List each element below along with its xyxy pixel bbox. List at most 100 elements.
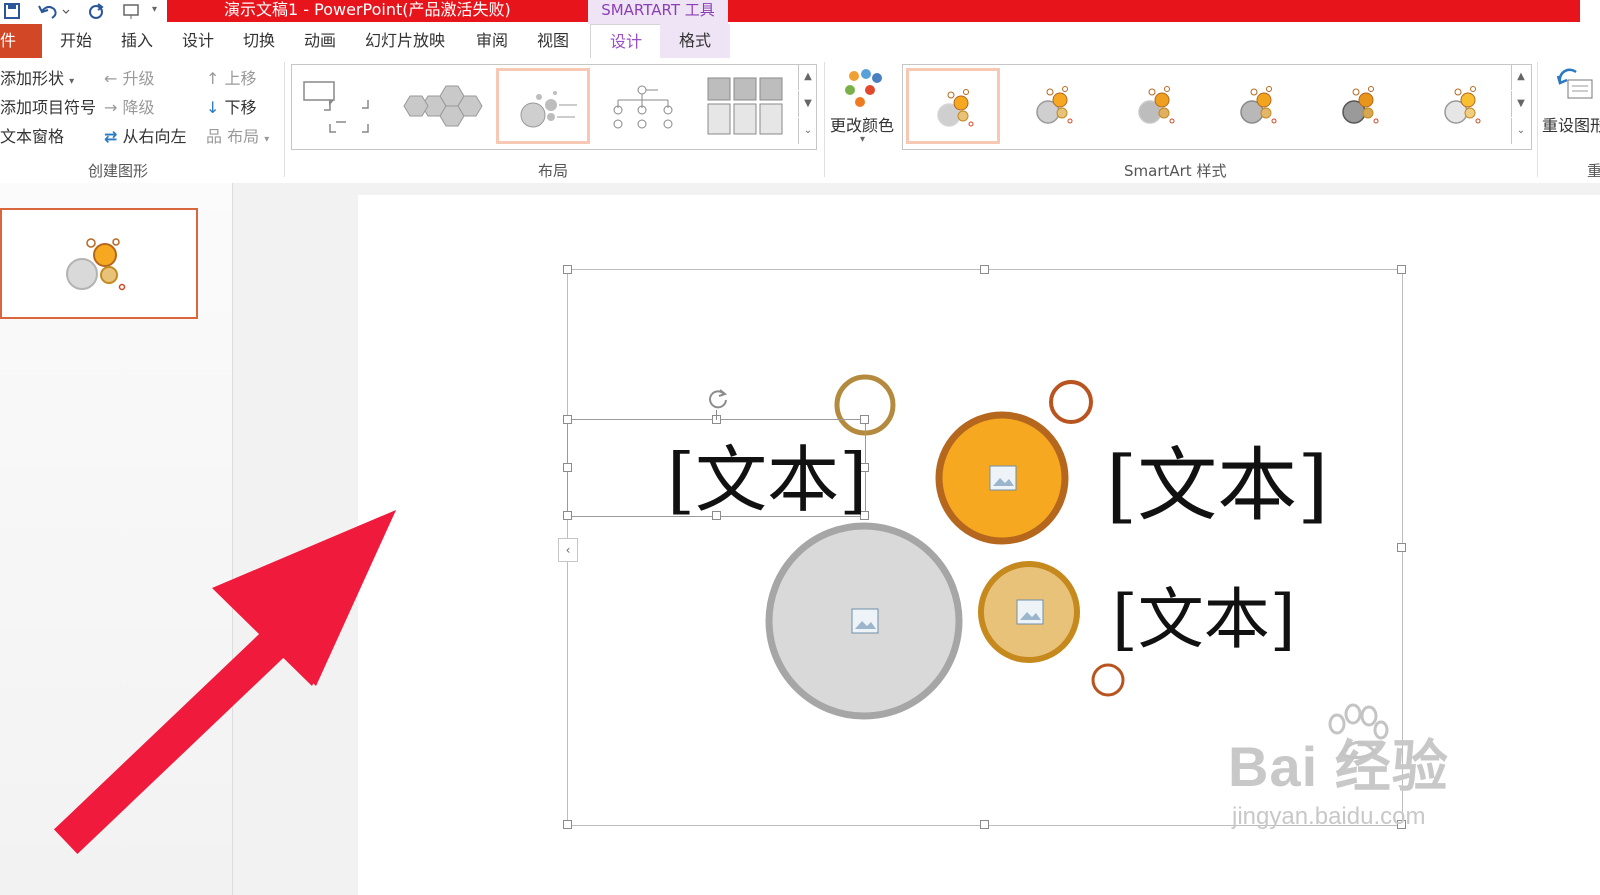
layout-group-label: 布局 [538, 162, 569, 180]
styles-gallery-scroll-down[interactable]: ▼ [1511, 91, 1530, 117]
layout-gallery-scroll-down[interactable]: ▼ [798, 91, 817, 117]
smartart-graphic [765, 374, 1125, 720]
reset-graphic-label: 重设图形 [1542, 116, 1600, 135]
demote-label: 降级 [122, 98, 155, 117]
smartart-tools-header: SMARTART 工具 [588, 0, 728, 24]
tab-slideshow[interactable]: 幻灯片放映 [365, 24, 445, 58]
promote-button[interactable]: ← 升级 [104, 65, 155, 89]
watermark-sub: jingyan.baidu.com [1232, 803, 1426, 830]
frame-resize-handle[interactable] [1397, 542, 1406, 552]
add-shape-label: 添加形状 [0, 69, 65, 88]
layout-gallery-more[interactable]: ⌄ [798, 118, 817, 144]
layout-option-4[interactable] [596, 68, 690, 144]
group-separator [1537, 62, 1538, 177]
tab-design[interactable]: 设计 [182, 24, 214, 58]
window-title: 演示文稿1 - PowerPoint(产品激活失败) [224, 0, 511, 19]
smartart-style-option-6[interactable] [1416, 68, 1510, 144]
tab-animations[interactable]: 动画 [304, 24, 336, 58]
layout-label: 布局 [227, 127, 260, 146]
text-box-resize-handle[interactable] [563, 415, 572, 424]
text-placeholder-2[interactable]: [文本] [1106, 421, 1328, 537]
tab-insert[interactable]: 插入 [121, 24, 153, 58]
arrow-up-icon: ↑ [206, 69, 220, 88]
frame-resize-handle[interactable] [563, 820, 572, 829]
layout-gallery-scroll-up[interactable]: ▲ [798, 64, 817, 90]
layout-button[interactable]: 品 布局 ▾ [206, 123, 269, 147]
smartart-style-option-1-selected[interactable] [906, 68, 1000, 144]
change-colors-label: 更改颜色 [830, 116, 895, 135]
right-to-left-button[interactable]: ⇄ 从右向左 [104, 123, 187, 147]
styles-gallery-scroll-up[interactable]: ▲ [1511, 64, 1530, 90]
tab-view[interactable]: 视图 [537, 24, 569, 58]
small-ring-rust[interactable] [1049, 380, 1093, 424]
arrow-down-icon: ↓ [206, 98, 220, 117]
move-up-label: 上移 [224, 69, 257, 88]
thumbnail-preview [66, 238, 126, 291]
smartart-style-option-4[interactable] [1212, 68, 1306, 144]
move-up-button[interactable]: ↑ 上移 [206, 65, 257, 89]
tiny-ring-rust[interactable] [1091, 663, 1125, 697]
add-shape-button[interactable]: 添加形状 ▾ [0, 65, 74, 89]
tab-smartart-format[interactable]: 格式 [660, 24, 730, 58]
swap-arrows-icon: ⇄ [104, 127, 118, 146]
paw-logo-icon [1328, 703, 1389, 759]
dropdown-arrow-icon: ▾ [264, 134, 270, 145]
red-arrow-annotation [53, 510, 396, 855]
move-down-label: 下移 [224, 98, 257, 117]
text-box-resize-handle[interactable] [563, 511, 572, 520]
change-colors-button[interactable]: 更改颜色 ▾ [830, 64, 900, 150]
layout-option-3-selected[interactable] [496, 68, 590, 144]
smartart-style-option-2[interactable] [1008, 68, 1102, 144]
demote-button[interactable]: → 降级 [104, 94, 155, 118]
redo-icon[interactable] [86, 2, 106, 20]
right-to-left-label: 从右向左 [122, 127, 187, 146]
save-icon[interactable] [2, 2, 22, 20]
color-palette-icon [845, 69, 882, 107]
reset-group-label: 重 [1587, 162, 1600, 180]
slide-thumbnail-1[interactable] [0, 208, 198, 319]
dropdown-arrow-icon: ▾ [860, 134, 866, 145]
frame-resize-handle[interactable] [980, 265, 989, 274]
frame-resize-handle[interactable] [563, 265, 572, 274]
text-placeholder-3[interactable]: [文本] [1112, 566, 1296, 662]
text-pane-toggle[interactable]: ‹ [558, 538, 578, 562]
arrow-right-icon: → [104, 98, 118, 117]
create-graphic-group-label: 创建图形 [88, 162, 149, 180]
frame-resize-handle[interactable] [1397, 265, 1406, 274]
styles-gallery-more[interactable]: ⌄ [1511, 118, 1530, 144]
text-box-resize-handle[interactable] [563, 463, 572, 472]
move-down-button[interactable]: ↓ 下移 [206, 94, 257, 118]
rotate-handle-icon[interactable] [706, 385, 732, 415]
tab-smartart-design[interactable]: 设计 [590, 24, 662, 60]
layout-option-2[interactable] [396, 68, 490, 144]
tab-transitions[interactable]: 切换 [243, 24, 275, 58]
promote-label: 升级 [122, 69, 155, 88]
group-separator [824, 62, 825, 177]
tab-review[interactable]: 审阅 [476, 24, 508, 58]
frame-resize-handle[interactable] [980, 820, 989, 829]
dropdown-arrow-icon: ▾ [69, 76, 75, 87]
smartart-style-option-3[interactable] [1110, 68, 1204, 144]
tab-home[interactable]: 开始 [60, 24, 92, 58]
picture-placeholder-icon[interactable] [989, 465, 1017, 491]
tab-file[interactable]: 件 [0, 24, 42, 58]
org-chart-icon: 品 [206, 127, 223, 146]
undo-icon[interactable] [36, 2, 72, 20]
customize-qat-icon[interactable]: ▾ [152, 4, 157, 15]
reset-graphic-button[interactable]: 重设图形 [1542, 64, 1600, 144]
text-placeholder-1[interactable]: [文本] [667, 421, 867, 526]
watermark: Bai 经验 jingyan.baidu.com [1228, 703, 1449, 831]
reset-graphic-icon [1556, 68, 1593, 99]
ribbon-tab-row [0, 24, 1600, 59]
text-pane-button[interactable]: 文本窗格 [0, 123, 64, 147]
smartart-style-option-5[interactable] [1314, 68, 1408, 144]
rotate-handle-stem [716, 410, 717, 420]
picture-placeholder-icon[interactable] [1016, 599, 1044, 625]
picture-placeholder-icon[interactable] [851, 608, 879, 634]
arrow-left-icon: ← [104, 69, 118, 88]
add-bullet-button[interactable]: 添加项目符号 [0, 94, 96, 118]
layout-option-1[interactable] [296, 68, 390, 144]
layout-option-5[interactable] [700, 68, 794, 144]
start-slideshow-icon[interactable] [120, 2, 148, 20]
group-separator [284, 62, 285, 177]
